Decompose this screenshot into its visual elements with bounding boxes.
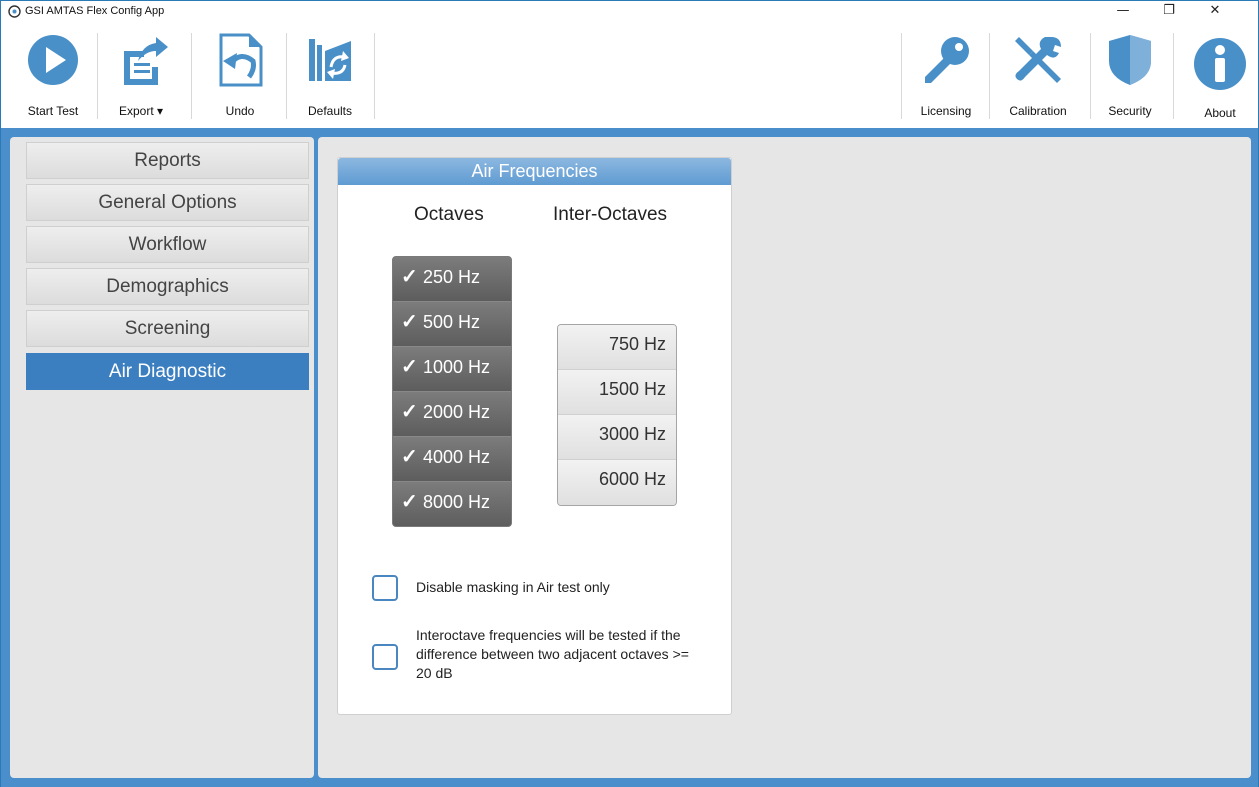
sidebar-item-demographics[interactable]: Demographics <box>26 268 309 305</box>
toolbar-divider <box>1173 33 1174 119</box>
interoctave-rule-checkbox[interactable] <box>372 644 398 670</box>
toolbar: Start Test Export ▾ Undo Defaults Licens… <box>1 23 1258 128</box>
octave-label: 8000 Hz <box>423 492 491 512</box>
octave-toggle-8000[interactable]: ✓ 8000 Hz <box>393 482 511 526</box>
calibration-label: Calibration <box>1009 104 1067 118</box>
octaves-toggle-group: ✓ 250 Hz ✓ 500 Hz ✓ 1000 Hz ✓ 2000 Hz ✓ 4000 … <box>392 256 512 527</box>
window-title: GSI AMTAS Flex Config App <box>25 5 165 17</box>
toolbar-divider <box>191 33 192 119</box>
security-button[interactable]: Security <box>1097 31 1163 123</box>
sidebar-item-general-options[interactable]: General Options <box>26 184 309 221</box>
toolbar-divider <box>989 33 990 119</box>
minimize-button[interactable]: — <box>1105 1 1141 23</box>
defaults-icon <box>309 39 351 81</box>
toolbar-divider <box>1090 33 1091 119</box>
play-icon <box>28 35 78 85</box>
toolbar-divider <box>286 33 287 119</box>
licensing-label: Licensing <box>920 104 972 118</box>
licensing-button[interactable]: Licensing <box>909 31 983 123</box>
inter-octaves-toggle-group: 750 Hz 1500 Hz 3000 Hz 6000 Hz <box>557 324 677 506</box>
octave-toggle-500[interactable]: ✓ 500 Hz <box>393 302 511 347</box>
sidebar-item-screening[interactable]: Screening <box>26 310 309 347</box>
inter-octave-toggle-1500[interactable]: 1500 Hz <box>558 370 676 415</box>
sidebar-item-reports[interactable]: Reports <box>26 142 309 179</box>
air-frequencies-panel: Air Frequencies Octaves Inter-Octaves ✓ 2… <box>337 157 732 715</box>
disable-masking-checkbox[interactable] <box>372 575 398 601</box>
octave-toggle-4000[interactable]: ✓ 4000 Hz <box>393 437 511 482</box>
octaves-header: Octaves <box>414 204 484 225</box>
defaults-button[interactable]: Defaults <box>299 31 361 123</box>
disable-masking-label: Disable masking in Air test only <box>416 579 610 595</box>
inter-octave-toggle-3000[interactable]: 3000 Hz <box>558 415 676 460</box>
security-label: Security <box>1108 104 1152 118</box>
calibration-button[interactable]: Calibration <box>997 31 1079 123</box>
undo-label: Undo <box>225 104 255 118</box>
export-button[interactable]: Export ▾ <box>109 31 173 123</box>
toolbar-divider <box>374 33 375 119</box>
restore-button[interactable]: ❐ <box>1151 1 1187 23</box>
export-icon <box>124 37 168 85</box>
inter-octave-toggle-6000[interactable]: 6000 Hz <box>558 460 676 505</box>
octave-label: 2000 Hz <box>423 402 491 422</box>
app-logo-icon <box>8 5 21 18</box>
sidebar-item-air-diagnostic[interactable]: Air Diagnostic <box>26 353 309 390</box>
start-test-label: Start Test <box>27 104 79 118</box>
checkmark-icon: ✓ <box>401 311 418 333</box>
octave-toggle-250[interactable]: ✓ 250 Hz <box>393 257 511 302</box>
inter-octave-toggle-750[interactable]: 750 Hz <box>558 325 676 370</box>
close-button[interactable]: ✕ <box>1197 1 1233 23</box>
checkmark-icon: ✓ <box>401 266 418 288</box>
sidebar-item-workflow[interactable]: Workflow <box>26 226 309 263</box>
main-area: Reports General Options Workflow Demogra… <box>1 128 1258 787</box>
tools-icon <box>1015 37 1061 83</box>
checkmark-icon: ✓ <box>401 356 418 378</box>
shield-icon <box>1109 35 1151 85</box>
octave-toggle-2000[interactable]: ✓ 2000 Hz <box>393 392 511 437</box>
key-icon <box>925 37 969 83</box>
panel-title: Air Frequencies <box>338 158 731 185</box>
checkmark-icon: ✓ <box>401 446 418 468</box>
toolbar-divider <box>901 33 902 119</box>
export-label: Export ▾ <box>118 104 164 118</box>
octave-label: 500 Hz <box>423 312 481 332</box>
app-window: GSI AMTAS Flex Config App — ❐ ✕ Start Te… <box>0 0 1259 787</box>
checkmark-icon: ✓ <box>401 491 418 513</box>
defaults-label: Defaults <box>307 104 353 118</box>
start-test-button[interactable]: Start Test <box>19 31 87 123</box>
sidebar: Reports General Options Workflow Demogra… <box>10 137 314 778</box>
octave-toggle-1000[interactable]: ✓ 1000 Hz <box>393 347 511 392</box>
undo-icon <box>219 33 263 87</box>
info-icon <box>1194 38 1246 90</box>
toolbar-divider <box>97 33 98 119</box>
content-area: Air Frequencies Octaves Inter-Octaves ✓ 2… <box>318 137 1251 778</box>
inter-octaves-header: Inter-Octaves <box>553 204 668 225</box>
about-button[interactable]: About <box>1185 31 1255 123</box>
undo-button[interactable]: Undo <box>205 31 275 123</box>
checkmark-icon: ✓ <box>401 401 418 423</box>
octave-label: 250 Hz <box>423 267 481 287</box>
title-bar: GSI AMTAS Flex Config App — ❐ ✕ <box>1 1 1258 23</box>
octave-label: 1000 Hz <box>423 357 491 377</box>
interoctave-rule-label: Interoctave frequencies will be tested i… <box>416 627 689 681</box>
about-label: About <box>1204 106 1236 120</box>
octave-label: 4000 Hz <box>423 447 491 467</box>
